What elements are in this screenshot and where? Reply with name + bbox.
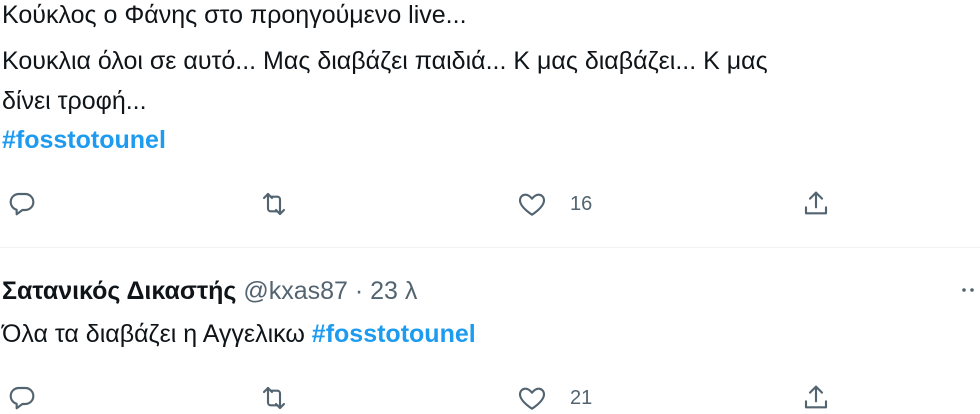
timestamp[interactable]: 23 λ: [370, 277, 417, 305]
hashtag-link[interactable]: #fosstotounel: [2, 125, 166, 155]
separator-dot: ·: [354, 277, 364, 305]
like-count: 21: [570, 387, 593, 409]
more-button[interactable]: [956, 278, 980, 302]
author-name[interactable]: Σατανικός Δικαστής: [2, 277, 236, 305]
hashtag-link[interactable]: #fosstotounel: [312, 320, 476, 348]
heart-icon: [516, 382, 548, 414]
share-icon: [800, 382, 832, 414]
reply-icon: [6, 382, 38, 414]
like-count: 16: [570, 193, 593, 215]
share-button[interactable]: [800, 382, 832, 414]
tweet-text-line: Κούκλος ο Φάνης στο προηγούμενο live...: [2, 1, 467, 29]
heart-icon: [516, 188, 548, 220]
reply-button[interactable]: [6, 382, 38, 414]
tweet-divider: [0, 247, 980, 248]
tweet-text-body: Όλα τα διαβάζει η Αγγελικω: [2, 320, 305, 348]
like-button[interactable]: 21: [516, 382, 592, 414]
reply-button[interactable]: [6, 188, 38, 220]
retweet-button[interactable]: [258, 188, 290, 220]
tweet-header: Σατανικός Δικαστής @kxas87 · 23 λ: [2, 276, 417, 306]
more-icon: [956, 288, 980, 306]
like-button[interactable]: 16: [516, 188, 592, 220]
author-handle[interactable]: @kxas87: [243, 277, 348, 305]
share-button[interactable]: [800, 188, 832, 220]
tweet-text-line: δίνει τροφή...: [2, 87, 147, 115]
share-icon: [800, 188, 832, 220]
tweet-text: Όλα τα διαβάζει η Αγγελικω #fosstotounel: [2, 319, 476, 349]
reply-icon: [6, 188, 38, 220]
tweet-text-line: Κουκλια όλοι σε αυτό... Μας διαβάζει παι…: [2, 47, 768, 75]
retweet-icon: [258, 382, 290, 414]
retweet-icon: [258, 188, 290, 220]
retweet-button[interactable]: [258, 382, 290, 414]
